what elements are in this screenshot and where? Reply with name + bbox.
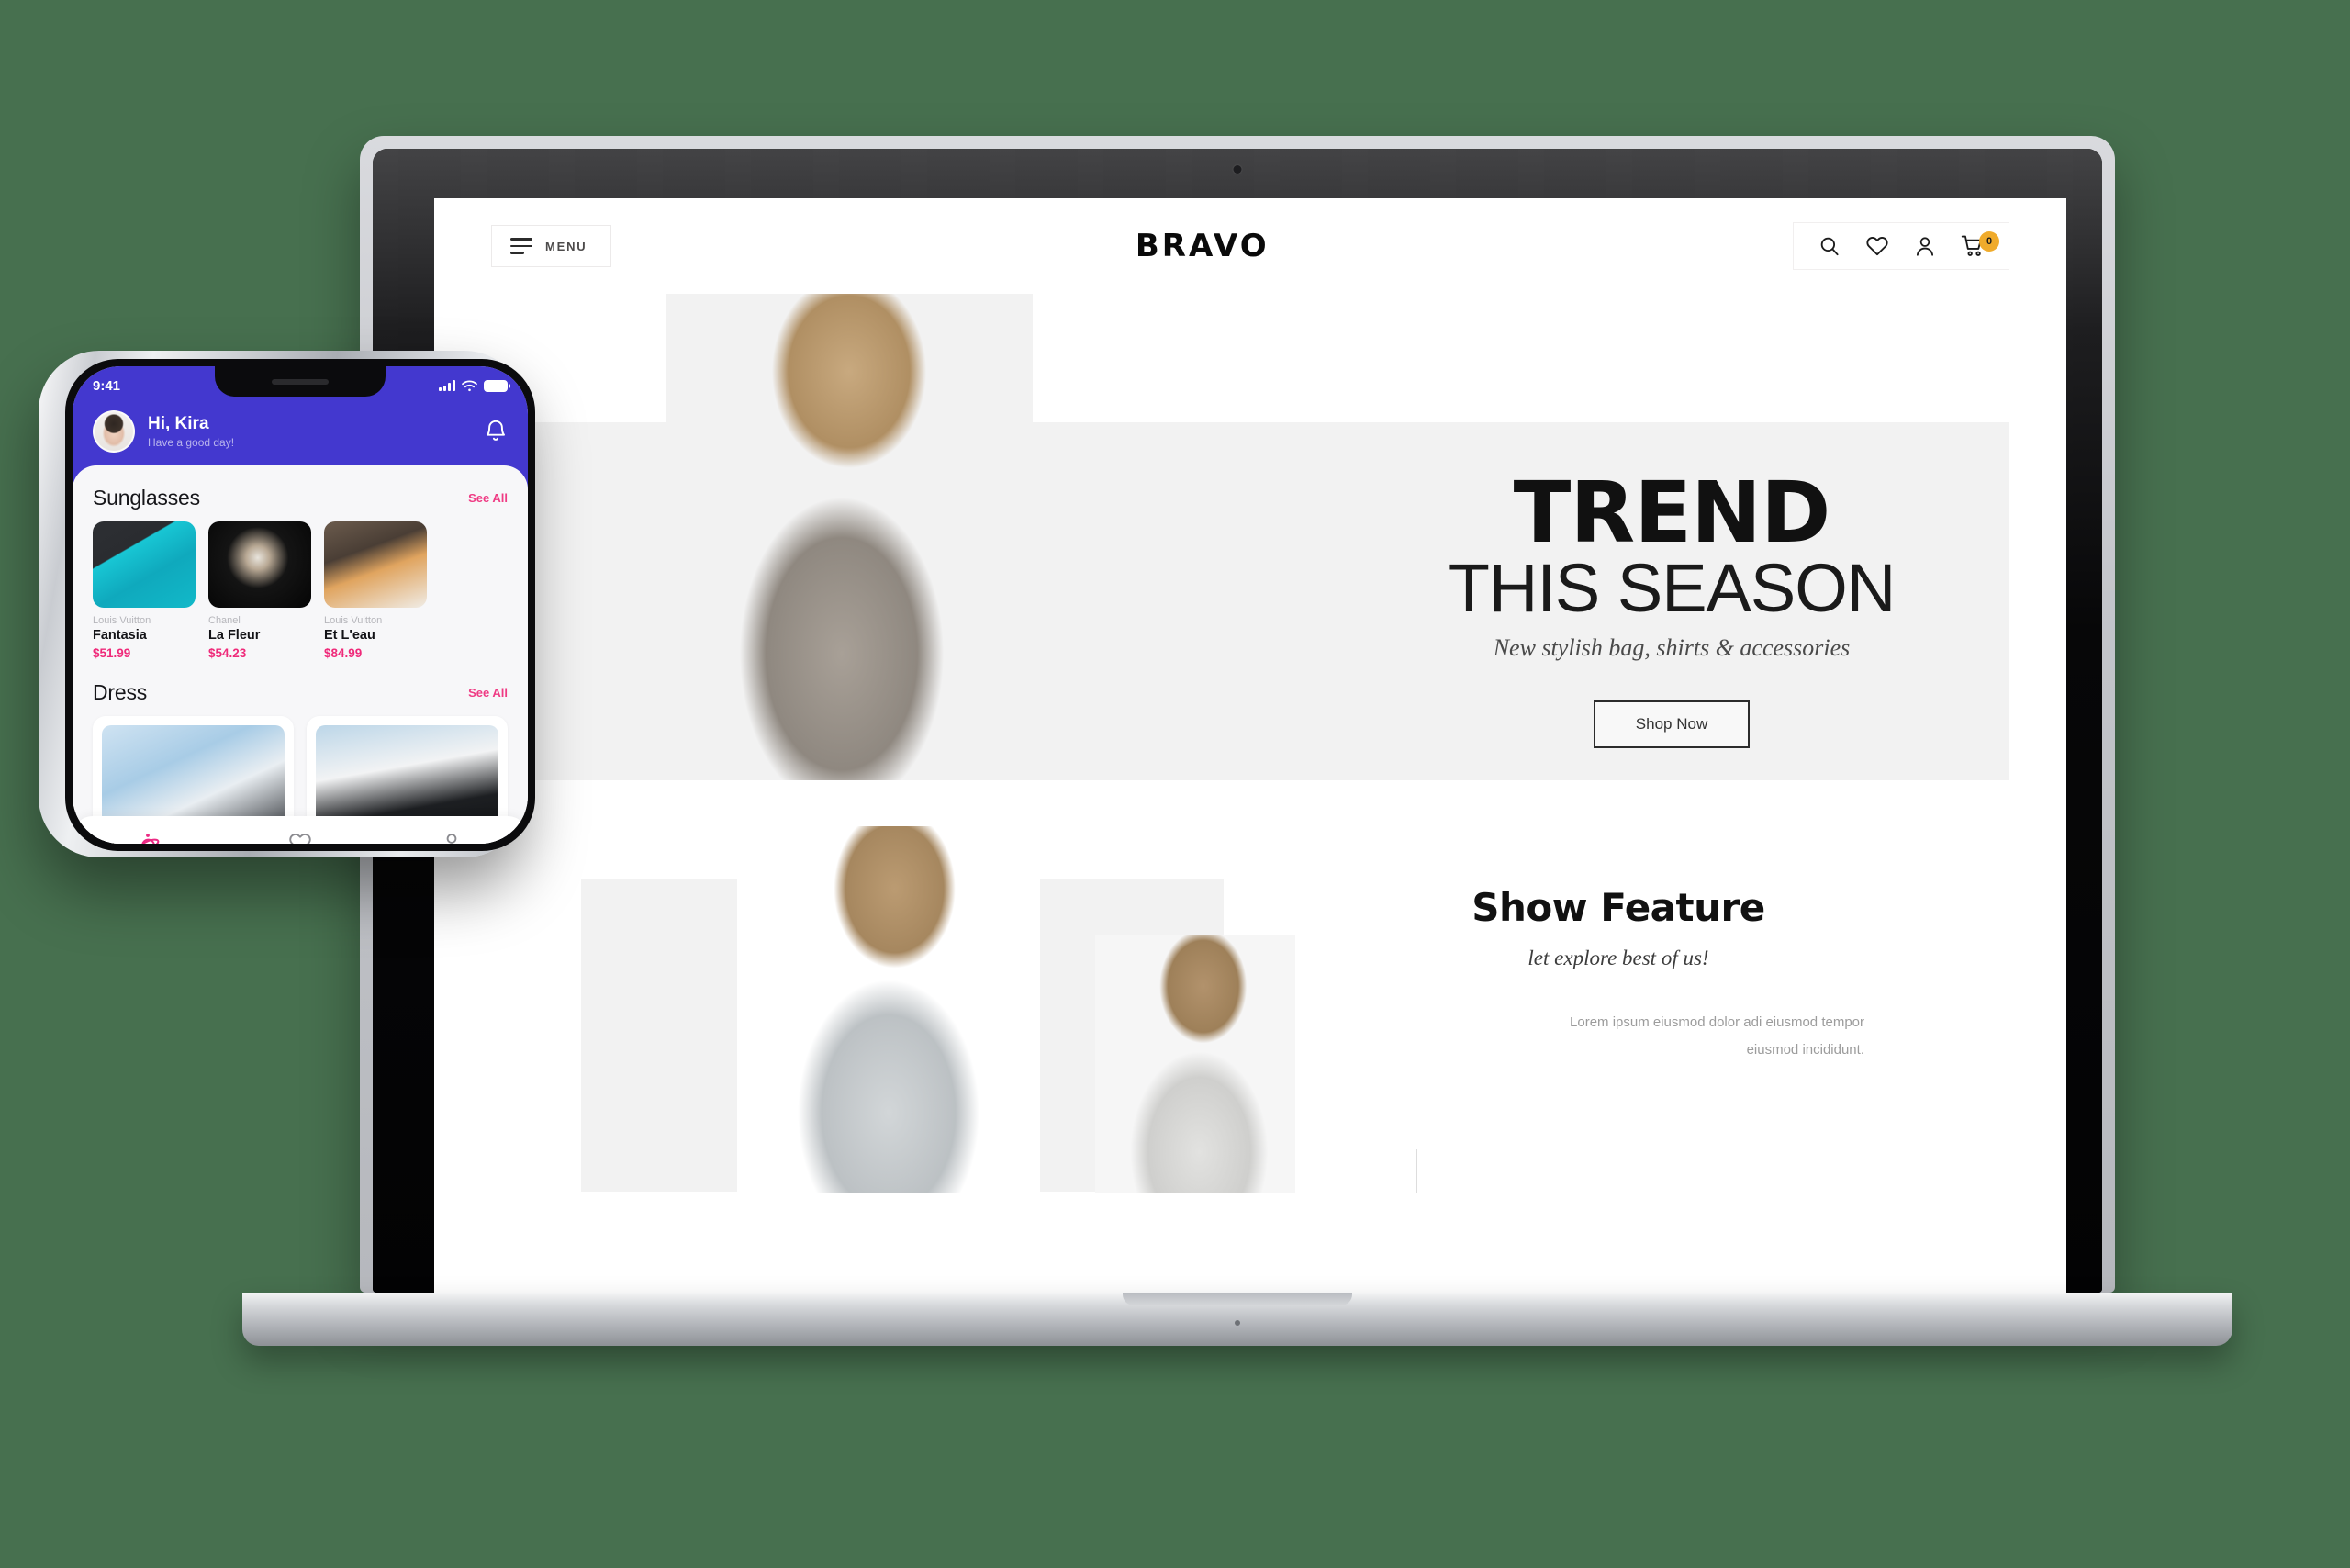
greeting-name: Hi, Kira xyxy=(148,413,209,433)
app-content[interactable]: Sunglasses See All Louis Vuitton Fantasi… xyxy=(73,465,528,844)
shop-now-button[interactable]: Shop Now xyxy=(1593,700,1751,748)
wifi-icon xyxy=(462,380,477,391)
product-name: La Fleur xyxy=(208,628,261,643)
product-thumbnail xyxy=(324,521,427,608)
sunglasses-product-row[interactable]: Louis Vuitton Fantasia $51.99 Chanel La … xyxy=(73,521,528,660)
phone-notch xyxy=(215,366,386,397)
product-thumbnail xyxy=(208,521,311,608)
product-thumbnail xyxy=(93,521,196,608)
hero-model-image xyxy=(666,294,1033,780)
battery-full-icon xyxy=(484,379,510,392)
product-name: Fantasia xyxy=(93,628,147,643)
hero-banner: TREND THIS SEASON New stylish bag, shirt… xyxy=(434,294,2066,780)
phone-frame: 9:41 Hi, Kira Have a good day! Sunglasse… xyxy=(39,351,535,857)
wishlist-heart-icon[interactable] xyxy=(287,830,313,844)
feature-section: Show Feature let explore best of us! Lor… xyxy=(434,826,2066,1193)
webcam-icon xyxy=(1233,165,1242,174)
discover-planet-icon[interactable] xyxy=(136,830,162,844)
feature-body-line-2: eiusmod incididunt. xyxy=(1746,1042,1864,1058)
hero-subtitle: THIS SEASON xyxy=(1448,550,1897,627)
greeting-row: Hi, Kira Have a good day! xyxy=(93,410,508,453)
hamburger-icon xyxy=(510,238,532,254)
laptop-base-dot xyxy=(1235,1320,1240,1326)
status-time: 9:41 xyxy=(93,377,121,394)
menu-button[interactable]: MENU xyxy=(491,225,612,267)
laptop-device: MENU BRAVO 0 TREND THIS SEASON New styli… xyxy=(242,136,2232,1421)
greeting-subtitle: Have a good day! xyxy=(148,436,235,450)
phone-device: 9:41 Hi, Kira Have a good day! Sunglasse… xyxy=(20,351,535,865)
laptop-base xyxy=(242,1293,2232,1346)
section-title: Sunglasses xyxy=(93,486,200,510)
site-header: MENU BRAVO 0 xyxy=(434,198,2066,294)
product-brand: Chanel xyxy=(208,615,241,626)
section-title: Dress xyxy=(93,680,148,704)
product-price: $51.99 xyxy=(93,646,131,660)
wishlist-heart-icon[interactable] xyxy=(1865,234,1889,258)
list-item[interactable]: Louis Vuitton Fantasia $51.99 xyxy=(93,521,196,660)
cart-count-badge: 0 xyxy=(1979,231,1999,252)
product-price: $84.99 xyxy=(324,646,363,660)
see-all-link-sunglasses[interactable]: See All xyxy=(468,491,508,505)
product-brand: Louis Vuitton xyxy=(93,615,151,626)
feature-subtitle: let explore best of us! xyxy=(1528,946,1709,969)
status-indicators xyxy=(439,379,510,392)
feature-model-primary xyxy=(737,826,1040,1193)
hero-tagline: New stylish bag, shirts & accessories xyxy=(1493,633,1851,661)
phone-screen: 9:41 Hi, Kira Have a good day! Sunglasse… xyxy=(73,366,528,844)
feature-body-line-1: Lorem ipsum eiusmod dolor adi eiusmod te… xyxy=(1570,1014,1864,1030)
header-actions: 0 xyxy=(1793,222,2009,270)
greeting-text: Hi, Kira Have a good day! xyxy=(148,414,234,450)
feature-title: Show Feature xyxy=(1472,885,1765,930)
feature-body: Lorem ipsum eiusmod dolor adi eiusmod te… xyxy=(1361,1009,1875,1064)
feature-copy: Show Feature let explore best of us! Lor… xyxy=(1361,885,1875,1064)
product-brand: Louis Vuitton xyxy=(324,615,383,626)
bell-icon[interactable] xyxy=(484,419,508,444)
earpiece-speaker-icon xyxy=(272,378,329,385)
laptop-bezel: MENU BRAVO 0 TREND THIS SEASON New styli… xyxy=(373,149,2102,1293)
hero-title: TREND xyxy=(1513,464,1831,562)
website-viewport: MENU BRAVO 0 TREND THIS SEASON New styli… xyxy=(434,198,2066,1293)
product-name: Et L'eau xyxy=(324,628,375,643)
feature-divider xyxy=(1416,1149,1417,1193)
see-all-link-dress[interactable]: See All xyxy=(468,686,508,700)
search-icon[interactable] xyxy=(1818,234,1841,258)
product-price: $54.23 xyxy=(208,646,247,660)
list-item[interactable]: Chanel La Fleur $54.23 xyxy=(208,521,311,660)
list-item[interactable]: Louis Vuitton Et L'eau $84.99 xyxy=(324,521,427,660)
feature-model-secondary xyxy=(1095,935,1295,1193)
profile-user-icon[interactable] xyxy=(439,830,464,844)
laptop-base-notch xyxy=(1123,1293,1352,1305)
menu-button-label: MENU xyxy=(545,239,588,253)
cart-button[interactable]: 0 xyxy=(1961,231,1999,258)
laptop-lid: MENU BRAVO 0 TREND THIS SEASON New styli… xyxy=(360,136,2115,1293)
scene: MENU BRAVO 0 TREND THIS SEASON New styli… xyxy=(0,0,2350,1568)
brand-logo: BRAVO xyxy=(1135,228,1270,264)
cellular-bars-icon xyxy=(439,380,455,391)
section-header-sunglasses: Sunglasses See All xyxy=(73,465,528,521)
avatar[interactable] xyxy=(93,410,135,453)
phone-bezel: 9:41 Hi, Kira Have a good day! Sunglasse… xyxy=(65,359,535,851)
hero-text-block: TREND THIS SEASON New stylish bag, shirt… xyxy=(1378,464,1965,748)
account-user-icon[interactable] xyxy=(1913,234,1937,258)
section-header-dress: Dress See All xyxy=(73,660,528,716)
bottom-tab-bar[interactable] xyxy=(73,816,528,844)
